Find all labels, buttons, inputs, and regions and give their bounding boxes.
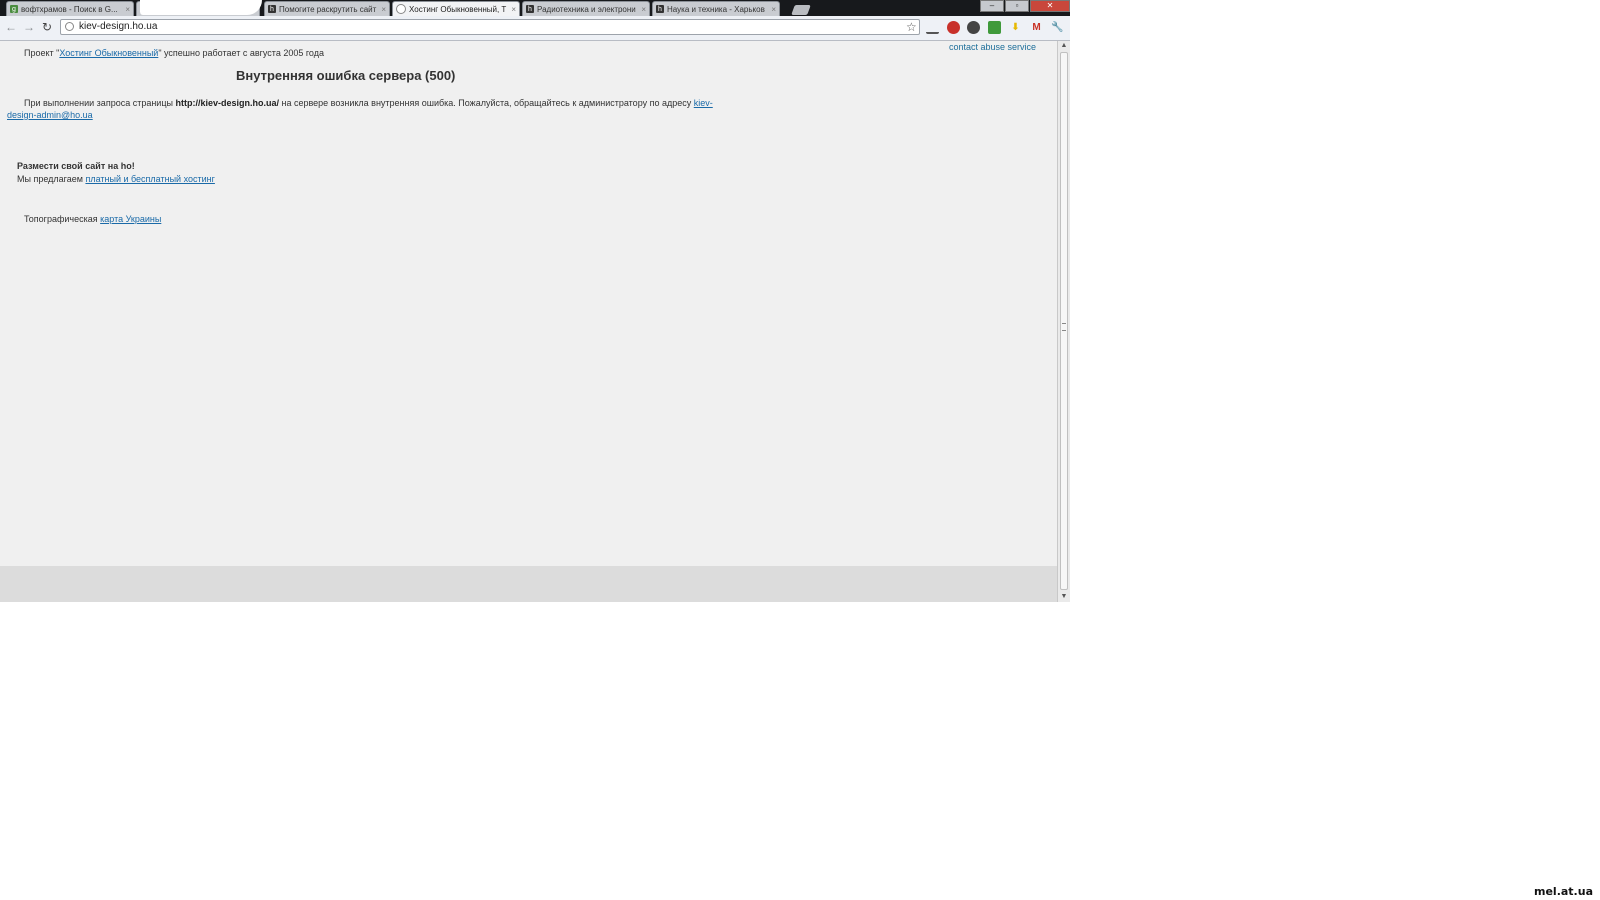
tab-close-icon[interactable]: ×	[641, 5, 646, 14]
search-extension-icon[interactable]	[967, 21, 980, 34]
error-url: http://kiev-design.ho.ua/	[175, 98, 279, 108]
minimize-extension-icon[interactable]	[926, 26, 939, 34]
error-middle: на сервере возникла внутренняя ошибка. П…	[278, 98, 694, 108]
project-suffix: " успешно работает с августа 2005 года	[158, 48, 324, 58]
scrollbar-thumb[interactable]	[1060, 52, 1068, 590]
tab-google-search[interactable]: g вофтхрамов - Поиск в G... ×	[6, 1, 134, 16]
page-footer-band	[0, 566, 1057, 602]
vertical-scrollbar[interactable]: ▲ ▼	[1057, 41, 1070, 602]
project-prefix: Проект "	[24, 48, 60, 58]
project-notice: Проект "Хостинг Обыкновенный" успешно ра…	[24, 48, 324, 58]
tab-close-icon[interactable]: ×	[125, 5, 130, 14]
scroll-grip-icon	[1062, 323, 1066, 331]
tab-science-kharkov[interactable]: h Наука и техника - Харьков ×	[652, 1, 780, 16]
scroll-up-arrow-icon[interactable]: ▲	[1058, 41, 1070, 51]
tab-hosting-active[interactable]: Хостинг Обыкновенный, Т ×	[392, 1, 520, 16]
tab-strip: g вофтхрамов - Поиск в G... × h Помогите…	[0, 0, 1070, 16]
wrench-icon[interactable]: 🔧	[1051, 21, 1064, 34]
tab-title: Хостинг Обыкновенный, Т	[409, 4, 507, 14]
tab-title: Наука и техника - Харьков	[667, 4, 765, 14]
bookmark-star-icon[interactable]: ☆	[906, 20, 917, 34]
gmail-icon[interactable]: M	[1030, 21, 1043, 34]
close-window-button[interactable]: ✕	[1030, 0, 1070, 12]
address-bar[interactable]: kiev-design.ho.ua	[60, 19, 920, 35]
tab-title: Помогите раскрутить сайт	[279, 4, 377, 14]
watermark: mel.at.ua	[1534, 885, 1593, 898]
invite-prefix: Мы предлагаем	[17, 174, 86, 184]
tab-close-icon[interactable]: ×	[381, 5, 386, 14]
new-tab-button[interactable]	[791, 5, 811, 15]
google-icon: g	[10, 5, 18, 13]
browser-window: g вофтхрамов - Поиск в G... × h Помогите…	[0, 0, 1070, 602]
download-arrow-icon[interactable]: ⬇	[1009, 21, 1022, 34]
maximize-button[interactable]: ▫	[1005, 0, 1029, 12]
screenshot-extension-icon[interactable]	[988, 21, 1001, 34]
page-content: contact abuse service Проект "Хостинг Об…	[0, 41, 1057, 566]
page-title: Внутренняя ошибка сервера (500)	[236, 68, 456, 83]
adblock-icon[interactable]	[947, 21, 960, 34]
address-text: kiev-design.ho.ua	[79, 21, 158, 32]
promo-text: Мы предлагаем платный и бесплатный хости…	[17, 174, 215, 184]
contact-abuse-link[interactable]: contact abuse service	[949, 42, 1036, 52]
loading-icon	[396, 4, 406, 14]
error-prefix: При выполнении запроса страницы	[24, 98, 176, 108]
topo-prefix: Топографическая	[24, 214, 101, 224]
ho-icon: h	[268, 5, 276, 13]
forward-button[interactable]: →	[22, 20, 36, 34]
hosting-offer-link[interactable]: платный и бесплатный хостинг	[85, 174, 214, 184]
promo-title: Размести свой сайт на ho!	[17, 161, 135, 171]
ho-icon: h	[656, 5, 664, 13]
redaction-mark	[140, 0, 262, 15]
browser-toolbar: ← → ↻ kiev-design.ho.ua ☆ ⬇ M 🔧	[0, 16, 1070, 41]
minimize-button[interactable]: –	[980, 0, 1004, 12]
window-controls: – ▫ ✕	[979, 0, 1070, 12]
ho-icon: h	[526, 5, 534, 13]
hosting-project-link[interactable]: Хостинг Обыкновенный	[59, 48, 158, 58]
tab-promote-site[interactable]: h Помогите раскрутить сайт ×	[264, 1, 390, 16]
tab-close-icon[interactable]: ×	[771, 5, 776, 14]
error-message: При выполнении запроса страницы http://k…	[7, 97, 727, 121]
globe-icon	[65, 22, 74, 31]
back-button[interactable]: ←	[4, 20, 18, 34]
scroll-down-arrow-icon[interactable]: ▼	[1058, 592, 1070, 602]
tab-close-icon[interactable]: ×	[511, 5, 516, 14]
ukraine-map-link[interactable]: карта Украины	[100, 214, 161, 224]
reload-button[interactable]: ↻	[40, 20, 54, 34]
tab-title: Радиотехника и электрони	[537, 4, 636, 14]
tab-radio-electronics[interactable]: h Радиотехника и электрони ×	[522, 1, 650, 16]
map-notice: Топографическая карта Украины	[24, 214, 161, 224]
tab-title: вофтхрамов - Поиск в G...	[21, 4, 118, 14]
